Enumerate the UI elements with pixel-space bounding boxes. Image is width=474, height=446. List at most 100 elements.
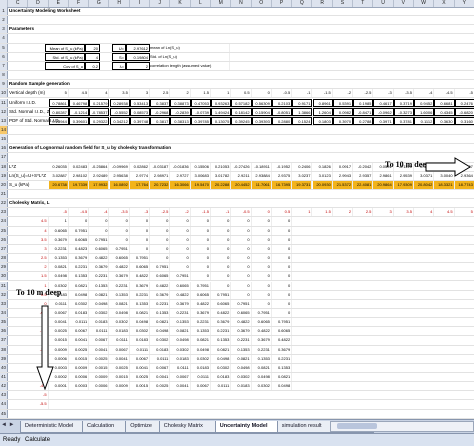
chol-value-cell[interactable]: 0.0498 xyxy=(130,318,151,327)
column-header[interactable]: D xyxy=(28,0,49,7)
chol-value-cell[interactable]: 0.0821 xyxy=(272,373,293,382)
chol-value-cell[interactable]: 0.1353 xyxy=(89,281,110,290)
chol-value-cell[interactable]: 0.0183 xyxy=(231,382,252,391)
column-header[interactable]: X xyxy=(434,0,455,7)
value-cell[interactable]: -0.1952 xyxy=(272,162,293,171)
param-label[interactable]: Std. of S_u (kPa) xyxy=(45,52,85,61)
chol-value-cell[interactable]: 0.0302 xyxy=(191,354,211,363)
value-cell[interactable]: -0.0739 xyxy=(190,107,211,116)
value-cell[interactable]: 0.1803 xyxy=(312,116,333,125)
chol-value-cell[interactable]: 0 xyxy=(170,226,191,235)
chol-value-cell[interactable]: 0 xyxy=(252,217,272,226)
chol-header-cell[interactable]: 1 xyxy=(292,208,313,217)
value-cell[interactable]: 0.46798 xyxy=(68,98,90,107)
row-header[interactable]: 33 xyxy=(0,299,8,308)
chol-value-cell[interactable]: 0.0498 xyxy=(252,373,272,382)
value-cell[interactable]: 20.0930 xyxy=(312,180,333,189)
chol-value-cell[interactable]: 0.3679 xyxy=(69,254,90,263)
chol-header-cell[interactable]: -1.5 xyxy=(191,208,211,217)
value-cell[interactable]: -0.5 xyxy=(272,89,293,98)
chol-value-cell[interactable]: 0.0111 xyxy=(89,327,110,336)
chol-header-cell[interactable]: 0 xyxy=(252,208,272,217)
chol-value-cell[interactable]: 0.7951 xyxy=(252,308,272,318)
value-cell[interactable]: 0.3719 xyxy=(393,98,414,107)
chol-value-cell[interactable]: 0.0302 xyxy=(211,363,232,372)
value-cell[interactable]: -0.3273 xyxy=(393,107,414,116)
value-cell[interactable]: -2 xyxy=(333,89,354,98)
row-header[interactable]: 12 xyxy=(0,107,8,116)
chol-value-cell[interactable]: 0 xyxy=(252,290,272,299)
value-cell[interactable]: 0.2788 xyxy=(353,116,374,125)
chol-value-cell[interactable]: 0.1353 xyxy=(231,345,252,354)
chol-value-cell[interactable]: 0 xyxy=(130,244,151,254)
chol-value-cell[interactable]: 0.4822 xyxy=(272,336,293,345)
value-cell[interactable]: 0.1524 xyxy=(292,116,313,125)
value-cell[interactable]: 2.98102 xyxy=(69,171,90,180)
chol-value-cell[interactable]: 0.0302 xyxy=(110,318,130,327)
value-cell[interactable]: -1 xyxy=(292,89,313,98)
chol-value-cell[interactable]: 0.7951 xyxy=(231,299,252,308)
chol-value-cell[interactable]: 0 xyxy=(89,226,110,235)
chol-value-cell[interactable]: 0 xyxy=(252,235,272,244)
chol-value-cell[interactable]: 0 xyxy=(272,272,293,281)
chol-value-cell[interactable]: 0.0821 xyxy=(130,308,151,318)
value-cell[interactable]: 0.80287 xyxy=(48,107,69,116)
chol-value-cell[interactable]: 0.4822 xyxy=(89,254,110,263)
value-cell[interactable]: 0.34212 xyxy=(109,116,130,125)
value-cell[interactable]: 1.49424 xyxy=(211,107,232,116)
row-header[interactable]: 42 xyxy=(0,382,8,391)
value-cell[interactable]: -0.18911 xyxy=(252,162,272,171)
column-header[interactable]: L xyxy=(191,0,211,7)
chol-header-cell[interactable]: 3 xyxy=(373,208,394,217)
chol-value-cell[interactable]: 0.6065 xyxy=(150,272,171,281)
param-result[interactable]: 2 xyxy=(126,61,150,71)
row-header[interactable]: 17 xyxy=(0,153,8,162)
value-cell[interactable]: 2.9727 xyxy=(170,171,191,180)
chol-value-cell[interactable]: 0 xyxy=(191,226,211,235)
value-cell[interactable]: 0.93263 xyxy=(211,98,232,107)
chol-value-cell[interactable]: 0.0067 xyxy=(191,382,211,391)
row-header[interactable]: 9 xyxy=(0,80,8,89)
value-cell[interactable]: 0.53413 xyxy=(129,98,151,107)
value-cell[interactable]: 2.9539 xyxy=(394,171,414,180)
value-cell[interactable]: 0.3837 xyxy=(150,98,171,107)
value-cell[interactable]: -0.0962 xyxy=(373,107,394,116)
chol-value-cell[interactable]: 0.2231 xyxy=(89,272,110,281)
value-cell[interactable]: 0.0917 xyxy=(333,162,354,171)
value-cell[interactable]: 0.13075 xyxy=(211,116,232,125)
chol-value-cell[interactable]: 0.1353 xyxy=(191,327,211,336)
value-cell[interactable]: 0.56309 xyxy=(251,98,272,107)
value-cell[interactable]: 2.9357 xyxy=(353,171,374,180)
value-cell[interactable]: 1.3866 xyxy=(292,107,313,116)
chol-value-cell[interactable]: 0.2231 xyxy=(150,299,171,308)
chol-value-cell[interactable]: 0.1353 xyxy=(150,308,171,318)
column-header[interactable]: V xyxy=(394,0,414,7)
param-label[interactable]: Mean of S_u (kPa) xyxy=(45,43,85,52)
chol-value-cell[interactable]: 0.0183 xyxy=(110,327,130,336)
chol-value-cell[interactable]: 0.0111 xyxy=(211,382,232,391)
chol-value-cell[interactable]: 0 xyxy=(191,254,211,263)
value-cell[interactable]: 0.5391 xyxy=(332,98,354,107)
chol-value-cell[interactable]: 0.6065 xyxy=(211,299,232,308)
chol-value-cell[interactable]: 0.4822 xyxy=(231,318,252,327)
param-value[interactable]: 20 xyxy=(85,43,100,52)
chol-value-cell[interactable]: 0.3679 xyxy=(110,272,130,281)
column-header[interactable]: Q xyxy=(292,0,313,7)
value-cell[interactable]: 0.38873 xyxy=(170,98,191,107)
column-header[interactable]: M xyxy=(211,0,232,7)
chol-value-cell[interactable]: 0 xyxy=(272,226,293,235)
chol-value-cell[interactable]: 0.0821 xyxy=(49,263,69,272)
column-header[interactable]: F xyxy=(69,0,90,7)
chol-value-cell[interactable]: 0 xyxy=(191,272,211,281)
chol-value-cell[interactable]: 0 xyxy=(231,226,252,235)
chol-value-cell[interactable]: 0 xyxy=(252,263,272,272)
value-cell[interactable]: 0.8961 xyxy=(312,98,333,107)
chol-value-cell[interactable]: 0.1353 xyxy=(130,299,151,308)
value-cell[interactable]: 0.39393 xyxy=(251,116,272,125)
chol-header-cell[interactable]: -2.5 xyxy=(150,208,171,217)
value-cell[interactable]: 17.9309 xyxy=(393,180,414,189)
row-header[interactable]: 14 xyxy=(0,125,8,135)
value-cell[interactable]: 2.9375 xyxy=(272,171,293,180)
value-cell[interactable]: -5 xyxy=(455,89,474,98)
chol-value-cell[interactable]: 0.0111 xyxy=(170,363,191,372)
